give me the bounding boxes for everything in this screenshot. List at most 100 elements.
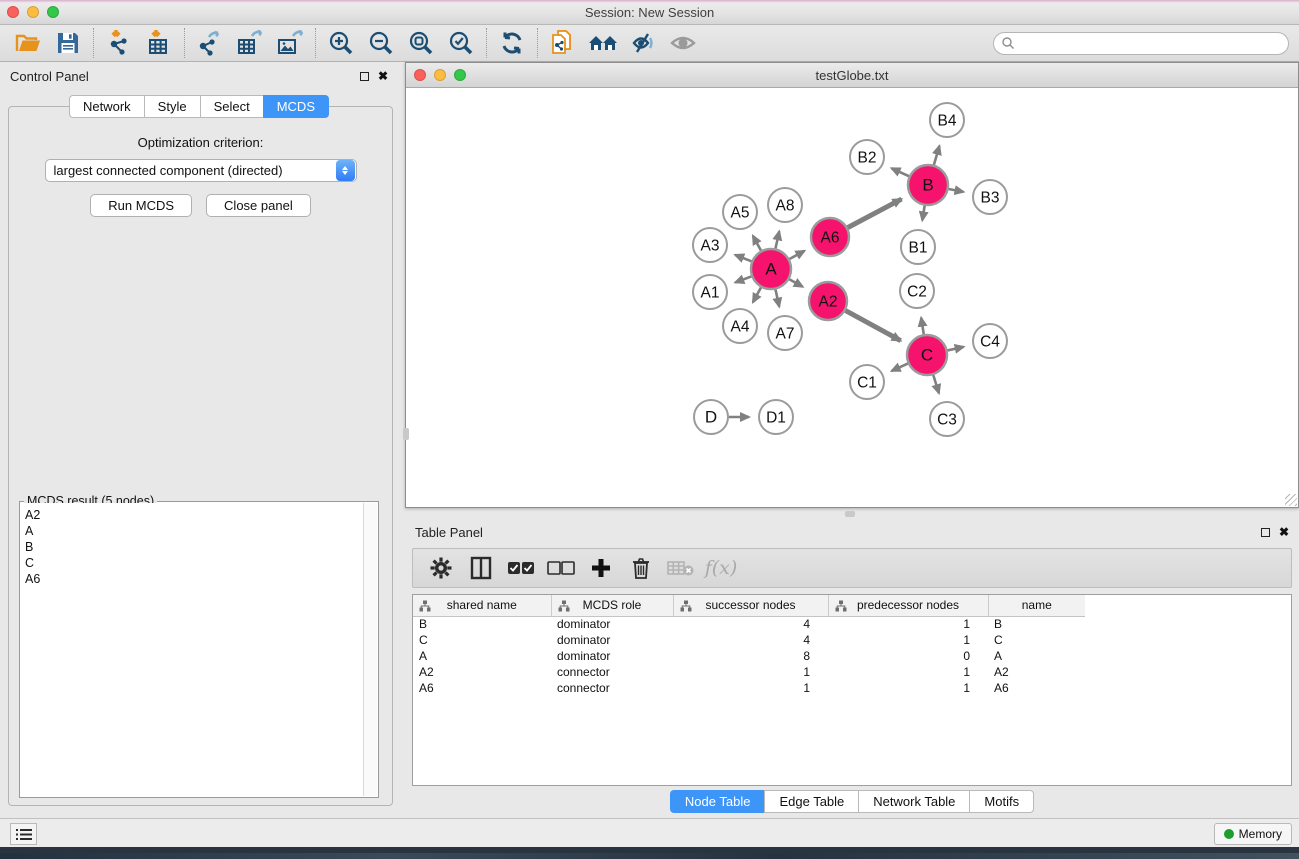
- node-C[interactable]: C: [907, 335, 947, 375]
- node-C3[interactable]: C3: [930, 402, 964, 436]
- table-settings-button[interactable]: [423, 552, 459, 584]
- edge-A-A7[interactable]: [775, 290, 779, 307]
- node-A2[interactable]: A2: [809, 282, 847, 320]
- column-header-name[interactable]: name: [988, 595, 1085, 616]
- edge-C-C1[interactable]: [892, 364, 908, 371]
- edge-C-C4[interactable]: [947, 347, 963, 351]
- float-table-panel-icon[interactable]: [1261, 528, 1270, 537]
- node-B2[interactable]: B2: [850, 140, 884, 174]
- edge-A6-B[interactable]: [848, 199, 902, 228]
- duplicate-network-button[interactable]: [543, 27, 583, 59]
- edge-A-A6[interactable]: [789, 251, 804, 259]
- result-item[interactable]: C: [25, 555, 359, 571]
- node-A5[interactable]: A5: [723, 195, 757, 229]
- apply-layout-button[interactable]: [492, 27, 532, 59]
- table-row-A[interactable]: Adominator80A: [413, 648, 1085, 664]
- node-A1[interactable]: A1: [693, 275, 727, 309]
- table-row-A2[interactable]: A2connector11A2: [413, 664, 1085, 680]
- result-item[interactable]: A6: [25, 571, 359, 587]
- node-D[interactable]: D: [694, 400, 728, 434]
- column-header-MCDS-role[interactable]: MCDS role: [551, 595, 673, 616]
- function-builder-button[interactable]: f(x): [703, 552, 739, 584]
- tab-mcds[interactable]: MCDS: [263, 95, 329, 118]
- memory-button[interactable]: Memory: [1214, 823, 1292, 845]
- node-A3[interactable]: A3: [693, 228, 727, 262]
- import-table-button[interactable]: [139, 27, 179, 59]
- network-canvas[interactable]: B4 B2 B B3 A8 A5 A6 A3 B1 A A1 C2 A2 A4 A7 C4 C C1 C3 D D1: [406, 88, 1298, 507]
- column-header-predecessor-nodes[interactable]: predecessor nodes: [828, 595, 988, 616]
- horizontal-splitter-handle[interactable]: [845, 511, 855, 517]
- result-item[interactable]: A: [25, 523, 359, 539]
- tab-edge-table[interactable]: Edge Table: [764, 790, 858, 813]
- edge-B-B3[interactable]: [949, 189, 964, 192]
- close-panel-button[interactable]: Close panel: [206, 194, 311, 217]
- edge-A-A4[interactable]: [753, 287, 761, 302]
- edge-A2-C[interactable]: [846, 311, 901, 341]
- table-row-B[interactable]: Bdominator41B: [413, 616, 1085, 632]
- node-B[interactable]: B: [908, 165, 948, 205]
- tab-node-table[interactable]: Node Table: [670, 790, 765, 813]
- node-A4[interactable]: A4: [723, 309, 757, 343]
- search-input[interactable]: [1015, 34, 1288, 52]
- import-network-button[interactable]: [99, 27, 139, 59]
- node-A[interactable]: A: [751, 249, 791, 289]
- hide-details-button[interactable]: [623, 27, 663, 59]
- network-window-titlebar[interactable]: testGlobe.txt: [406, 63, 1298, 88]
- eye-button[interactable]: [663, 27, 703, 59]
- node-B4[interactable]: B4: [930, 103, 964, 137]
- zoom-in-button[interactable]: [321, 27, 361, 59]
- edge-C-C2[interactable]: [921, 318, 924, 335]
- edge-A-A1[interactable]: [735, 276, 751, 282]
- table-row-A6[interactable]: A6connector11A6: [413, 680, 1085, 696]
- show-column-button[interactable]: [463, 552, 499, 584]
- column-header-shared-name[interactable]: shared name: [413, 595, 551, 616]
- result-item[interactable]: B: [25, 539, 359, 555]
- add-column-button[interactable]: [583, 552, 619, 584]
- float-panel-icon[interactable]: [360, 72, 369, 81]
- zoom-fit-button[interactable]: [401, 27, 441, 59]
- node-C1[interactable]: C1: [850, 365, 884, 399]
- tab-style[interactable]: Style: [144, 95, 200, 118]
- node-A7[interactable]: A7: [768, 316, 802, 350]
- open-session-button[interactable]: [8, 27, 48, 59]
- edge-C-C3[interactable]: [933, 375, 939, 393]
- task-history-button[interactable]: [10, 823, 37, 845]
- export-network-button[interactable]: [190, 27, 230, 59]
- result-item[interactable]: A2: [25, 507, 359, 523]
- tab-network-table[interactable]: Network Table: [858, 790, 969, 813]
- export-image-button[interactable]: [270, 27, 310, 59]
- node-B1[interactable]: B1: [901, 230, 935, 264]
- column-header-successor-nodes[interactable]: successor nodes: [673, 595, 828, 616]
- zoom-selected-button[interactable]: [441, 27, 481, 59]
- node-B3[interactable]: B3: [973, 180, 1007, 214]
- deselect-all-button[interactable]: [543, 552, 579, 584]
- zoom-out-button[interactable]: [361, 27, 401, 59]
- close-table-panel-icon[interactable]: ✖: [1279, 526, 1289, 538]
- edge-B-B1[interactable]: [922, 206, 924, 221]
- node-D1[interactable]: D1: [759, 400, 793, 434]
- node-C2[interactable]: C2: [900, 274, 934, 308]
- edge-B-B4[interactable]: [934, 146, 940, 165]
- mcds-result-list[interactable]: A2ABCA6: [21, 503, 363, 796]
- tab-network[interactable]: Network: [69, 95, 144, 118]
- close-panel-icon[interactable]: ✖: [378, 70, 388, 82]
- result-scrollbar[interactable]: [363, 503, 377, 796]
- run-mcds-button[interactable]: Run MCDS: [90, 194, 192, 217]
- edge-A-A8[interactable]: [775, 231, 779, 248]
- table-row-C[interactable]: Cdominator41C: [413, 632, 1085, 648]
- tab-motifs[interactable]: Motifs: [969, 790, 1034, 813]
- edge-A-A5[interactable]: [753, 236, 761, 251]
- edge-A-A3[interactable]: [735, 255, 751, 261]
- delete-button[interactable]: [623, 552, 659, 584]
- node-C4[interactable]: C4: [973, 324, 1007, 358]
- search-field[interactable]: [993, 32, 1289, 55]
- edge-B-B2[interactable]: [892, 168, 909, 176]
- overview-button[interactable]: [583, 27, 623, 59]
- tab-select[interactable]: Select: [200, 95, 263, 118]
- save-session-button[interactable]: [48, 27, 88, 59]
- window-resize-grip[interactable]: [1285, 494, 1297, 506]
- delete-table-button[interactable]: [663, 552, 699, 584]
- node-A6[interactable]: A6: [811, 218, 849, 256]
- node-A8[interactable]: A8: [768, 188, 802, 222]
- optimization-criterion-select[interactable]: largest connected component (directed): [45, 159, 357, 182]
